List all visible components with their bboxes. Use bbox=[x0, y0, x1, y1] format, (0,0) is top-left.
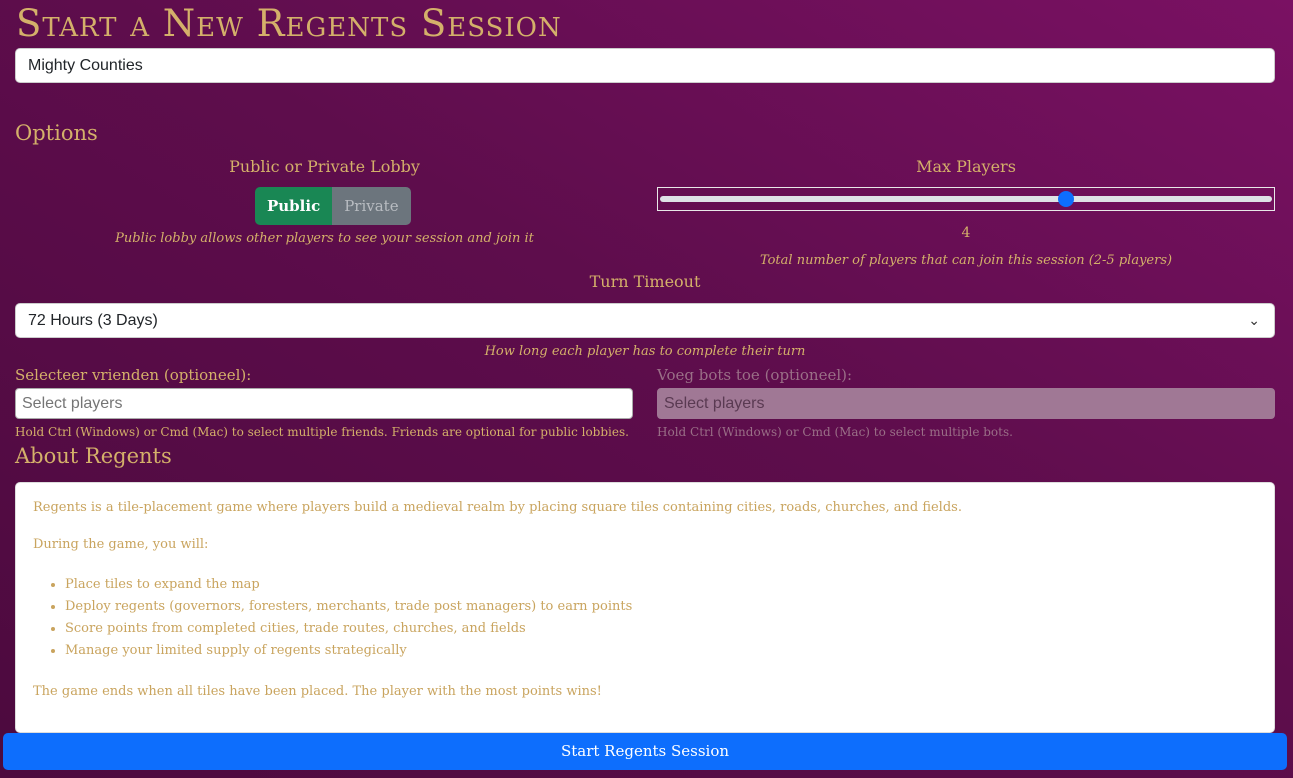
session-name-input[interactable]: Mighty Counties bbox=[15, 48, 1275, 83]
slider-thumb[interactable] bbox=[1058, 191, 1074, 207]
lobby-hint: Public lobby allows other players to see… bbox=[115, 231, 534, 246]
page-title: Start a New Regents Session bbox=[16, 2, 562, 45]
lobby-label: Public or Private Lobby bbox=[229, 157, 420, 176]
bots-label: Voeg bots toe (optioneel): bbox=[657, 366, 853, 384]
options-heading: Options bbox=[15, 121, 98, 145]
max-players-hint: Total number of players that can join th… bbox=[759, 253, 1173, 268]
max-players-slider[interactable] bbox=[657, 187, 1275, 211]
bots-hint: Hold Ctrl (Windows) or Cmd (Mac) to sele… bbox=[657, 425, 1013, 439]
friends-label: Selecteer vrienden (optioneel): bbox=[15, 366, 252, 384]
friends-hint: Hold Ctrl (Windows) or Cmd (Mac) to sele… bbox=[15, 425, 629, 439]
list-item: Deploy regents (governors, foresters, me… bbox=[65, 596, 1257, 618]
chevron-down-icon: ⌄ bbox=[1248, 312, 1260, 328]
turn-timeout-select[interactable]: 72 Hours (3 Days) ⌄ bbox=[15, 303, 1275, 338]
list-item: Score points from completed cities, trad… bbox=[65, 618, 1257, 640]
list-item: Manage your limited supply of regents st… bbox=[65, 640, 1257, 662]
public-button[interactable]: Public bbox=[255, 187, 333, 225]
about-intro: Regents is a tile-placement game where p… bbox=[33, 500, 962, 515]
lobby-toggle: Public Private bbox=[255, 187, 411, 225]
about-during: During the game, you will: bbox=[33, 537, 209, 552]
max-players-label: Max Players bbox=[916, 157, 1016, 176]
turn-timeout-hint: How long each player has to complete the… bbox=[484, 344, 806, 359]
about-heading: About Regents bbox=[15, 444, 172, 468]
bots-select: Select players bbox=[657, 388, 1275, 419]
about-list: Place tiles to expand the map Deploy reg… bbox=[65, 574, 1257, 662]
about-panel: Regents is a tile-placement game where p… bbox=[15, 482, 1275, 733]
friends-select[interactable]: Select players bbox=[15, 388, 633, 419]
turn-timeout-value: 72 Hours (3 Days) bbox=[28, 312, 158, 329]
slider-track bbox=[660, 196, 1272, 202]
private-button[interactable]: Private bbox=[332, 187, 411, 225]
list-item: Place tiles to expand the map bbox=[65, 574, 1257, 596]
turn-timeout-label: Turn Timeout bbox=[589, 272, 701, 291]
start-session-button[interactable]: Start Regents Session bbox=[3, 733, 1287, 770]
about-ending: The game ends when all tiles have been p… bbox=[33, 684, 602, 699]
max-players-value: 4 bbox=[961, 225, 971, 241]
